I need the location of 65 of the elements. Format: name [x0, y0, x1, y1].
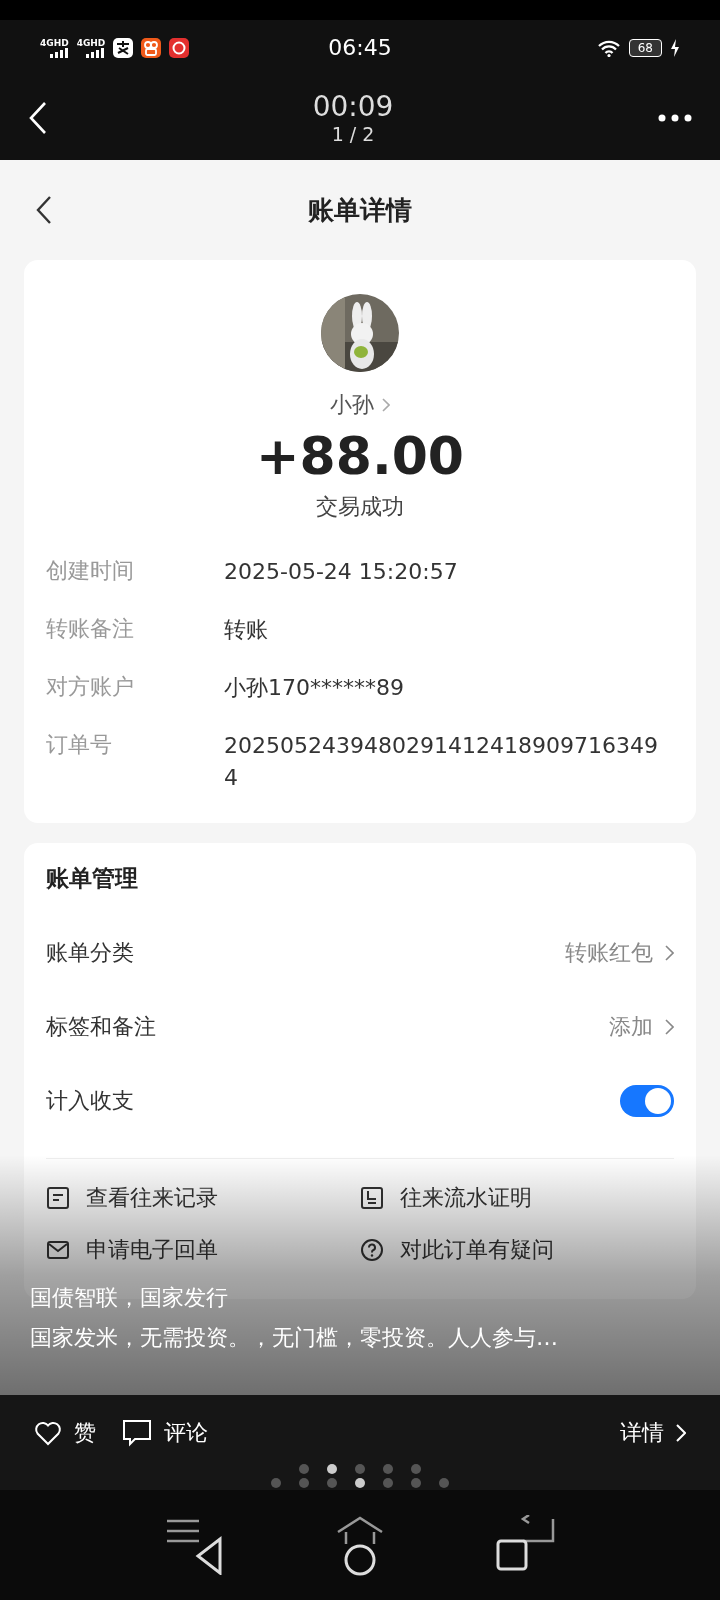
like-button[interactable]: 赞: [34, 1417, 96, 1448]
toggle-switch[interactable]: [620, 1085, 674, 1118]
elapsed-time: 00:09: [312, 90, 394, 123]
action-link[interactable]: 对此订单有疑问: [360, 1235, 674, 1266]
chevron-icon: [665, 945, 674, 962]
comment-button[interactable]: 评论: [122, 1417, 208, 1448]
detail-value: 20250524394802914124189097163494: [224, 731, 659, 792]
detail-value: 小孙170******89: [224, 673, 405, 702]
page-dot[interactable]: [439, 1478, 449, 1488]
chevron-icon: [382, 398, 390, 412]
signal-icon: [48, 47, 69, 58]
app-icon: [169, 37, 190, 58]
page-dot[interactable]: [327, 1464, 337, 1474]
page-dot[interactable]: [271, 1478, 281, 1488]
network-label: 4GHD: [76, 37, 106, 48]
row-label: 标签和备注: [46, 1013, 156, 1042]
action-link[interactable]: 往来流水证明: [360, 1183, 674, 1214]
detail-label: 对方账户: [46, 672, 135, 701]
page-title: 账单详情: [308, 193, 412, 227]
status-time: 06:45: [327, 35, 393, 60]
signal-icon: [85, 47, 106, 58]
payee-link[interactable]: 小孙: [330, 390, 390, 420]
page-dot[interactable]: [383, 1464, 393, 1474]
row-value-link[interactable]: 转账红包: [565, 938, 674, 969]
page-counter: 1 / 2: [331, 123, 375, 145]
page-dot[interactable]: [327, 1478, 337, 1488]
row-label: 计入收支: [46, 1087, 134, 1116]
transaction-status: 交易成功: [316, 493, 404, 521]
section-title: 账单管理: [46, 864, 139, 894]
detail-label: 创建时间: [46, 557, 135, 585]
chevron-icon: [676, 1423, 686, 1442]
action-link[interactable]: 申请电子回单: [46, 1235, 360, 1266]
action-link[interactable]: 查看往来记录: [46, 1183, 360, 1214]
app-icon: [141, 37, 162, 58]
details-link[interactable]: 详情: [620, 1417, 686, 1448]
detail-value: 2025-05-24 15:20:57: [224, 558, 459, 586]
wifi-icon: [596, 38, 621, 57]
back-icon[interactable]: [28, 100, 48, 135]
caption-text: 国家发米，无需投资。，无门槛，零投资。人人参与…: [30, 1324, 559, 1352]
back-icon[interactable]: [36, 195, 52, 225]
amount-text: +88.00: [255, 426, 465, 486]
page-dot[interactable]: [411, 1464, 421, 1474]
page-dot[interactable]: [299, 1478, 309, 1488]
question-icon: [360, 1238, 384, 1263]
page-dot[interactable]: [383, 1478, 393, 1488]
battery-indicator: 68: [628, 38, 662, 57]
caption-title: 国债智联，国家发行: [30, 1284, 229, 1312]
detail-value: 转账: [224, 615, 269, 644]
row-value-link[interactable]: 添加: [609, 1012, 674, 1043]
chevron-icon: [665, 1019, 674, 1036]
detail-label: 转账备注: [46, 614, 135, 643]
row-label: 账单分类: [46, 939, 134, 968]
detail-label: 订单号: [46, 730, 113, 759]
more-icon[interactable]: [658, 113, 692, 122]
list-icon: [46, 1186, 70, 1211]
comment-icon: [122, 1418, 152, 1447]
page-dot[interactable]: [411, 1478, 421, 1488]
heart-icon: [34, 1419, 62, 1446]
document-icon: [360, 1186, 384, 1211]
app-icon: [113, 37, 134, 58]
page-dot[interactable]: [355, 1464, 365, 1474]
page-dot[interactable]: [355, 1478, 365, 1488]
home-nav-icon[interactable]: [335, 1514, 385, 1576]
network-label: 4GHD: [40, 37, 69, 48]
page-dot[interactable]: [299, 1464, 309, 1474]
